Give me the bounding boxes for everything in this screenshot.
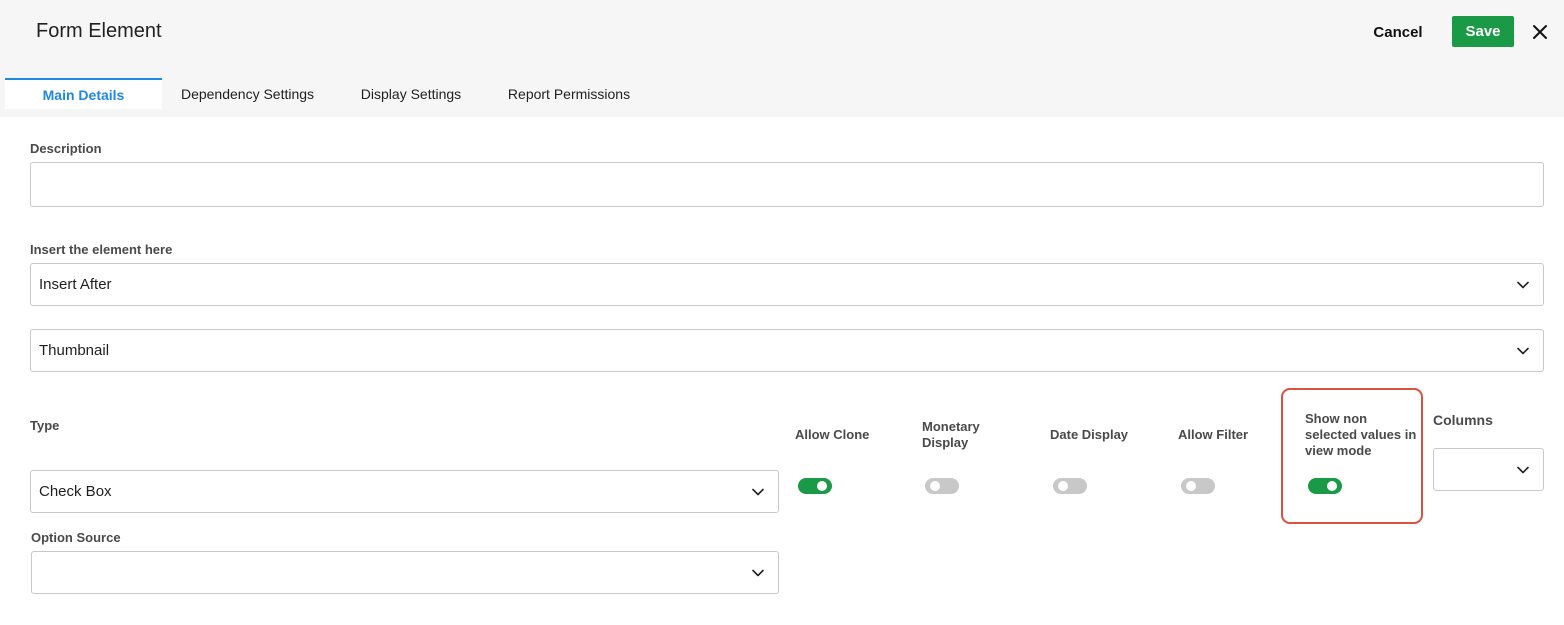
allow-filter-label: Allow Filter: [1178, 427, 1249, 442]
chevron-down-icon: [752, 488, 764, 495]
option-source-label: Option Source: [31, 530, 121, 545]
cancel-button[interactable]: Cancel: [1362, 18, 1434, 46]
date-display-label: Date Display: [1050, 427, 1129, 442]
toggle-knob: [930, 481, 940, 491]
description-input[interactable]: [30, 162, 1544, 207]
chevron-down-icon: [1517, 466, 1529, 473]
chevron-down-icon: [1517, 347, 1529, 354]
insert-target-select[interactable]: Thumbnail: [30, 329, 1544, 372]
dialog-header: Form Element Cancel Save Main Details De…: [0, 0, 1564, 117]
description-label: Description: [30, 141, 102, 156]
save-button[interactable]: Save: [1452, 16, 1514, 47]
toggle-knob: [1058, 481, 1068, 491]
insert-position-label: Insert the element here: [30, 242, 173, 257]
allow-clone-label: Allow Clone: [795, 427, 870, 442]
columns-label: Columns: [1433, 412, 1493, 428]
type-select[interactable]: Check Box: [30, 470, 779, 513]
tab-display-settings[interactable]: Display Settings: [350, 78, 472, 109]
allow-clone-toggle[interactable]: [798, 478, 832, 494]
insert-position-value: Insert After: [39, 276, 112, 293]
toggle-knob: [817, 481, 827, 491]
insert-position-select[interactable]: Insert After: [30, 263, 1544, 306]
dialog-title: Form Element: [36, 20, 162, 42]
chevron-down-icon: [1517, 281, 1529, 288]
type-value: Check Box: [39, 483, 112, 500]
insert-target-value: Thumbnail: [39, 342, 110, 359]
tab-report-permissions[interactable]: Report Permissions: [497, 78, 641, 109]
monetary-display-label: Monetary Display: [922, 419, 980, 450]
columns-select[interactable]: [1433, 448, 1544, 491]
allow-filter-toggle[interactable]: [1181, 478, 1215, 494]
monetary-display-toggle[interactable]: [925, 478, 959, 494]
tab-dependency-settings[interactable]: Dependency Settings: [170, 78, 325, 109]
chevron-down-icon: [752, 569, 764, 576]
toggle-knob: [1186, 481, 1196, 491]
highlight-box: [1281, 388, 1423, 524]
close-button[interactable]: [1527, 19, 1553, 45]
tab-main-details[interactable]: Main Details: [5, 78, 162, 109]
date-display-toggle[interactable]: [1053, 478, 1087, 494]
close-icon: [1533, 25, 1547, 39]
type-label: Type: [30, 418, 60, 433]
option-source-select[interactable]: [31, 551, 779, 594]
